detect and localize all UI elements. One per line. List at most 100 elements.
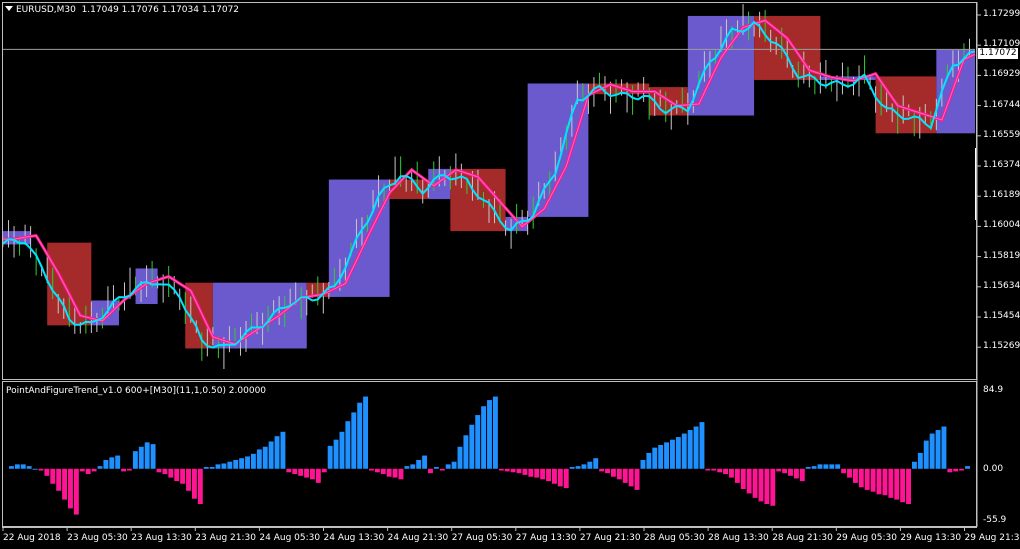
histogram-bar <box>475 415 481 469</box>
histogram-bar <box>103 459 109 469</box>
histogram-bar <box>888 468 894 498</box>
histogram-bar <box>132 451 138 469</box>
pf-box-up-5 <box>212 282 307 349</box>
histogram-bar <box>351 412 357 469</box>
histogram-bar <box>91 468 97 472</box>
histogram-bar <box>386 468 392 477</box>
time-tick-label: 28 Aug 21:30 <box>772 533 833 543</box>
histogram-bar <box>557 468 563 487</box>
chart-header[interactable]: EURUSD,M30 1.17049 1.17076 1.17034 1.170… <box>5 5 239 15</box>
price-tick-label: 1.17109 <box>983 39 1020 50</box>
histogram-bar <box>138 446 144 469</box>
histogram-bar <box>433 467 439 469</box>
histogram-bar <box>734 468 740 483</box>
price-tick-label: 1.16929 <box>983 69 1020 80</box>
histogram-bar <box>191 468 197 499</box>
histogram-bar <box>917 452 923 469</box>
histogram-bar <box>339 431 345 469</box>
price-tick-label: 1.15634 <box>983 280 1020 291</box>
chart-menu-triangle-icon[interactable] <box>5 6 13 11</box>
histogram-bar <box>610 468 616 477</box>
histogram-bar <box>870 468 876 492</box>
histogram-bar <box>947 468 953 473</box>
histogram-bar <box>652 447 658 469</box>
histogram-bar <box>256 449 262 469</box>
histogram-bar <box>463 435 469 469</box>
time-tick-label: 23 Aug 05:30 <box>67 533 128 543</box>
time-tick-label: 22 Aug 2018 <box>3 533 61 543</box>
histogram-bar <box>894 468 900 500</box>
histogram-bar <box>62 468 68 500</box>
price-pane <box>2 4 977 370</box>
histogram-bar <box>333 439 339 469</box>
indicator-tick-label: 84.9 <box>983 385 1004 395</box>
chart-canvas[interactable] <box>0 0 1020 549</box>
histogram-bar <box>929 433 935 469</box>
histogram-bar <box>876 468 882 495</box>
histogram-bar <box>805 467 811 469</box>
histogram-bar <box>569 467 575 469</box>
time-tick-label: 27 Aug 13:30 <box>515 533 577 543</box>
histogram-bar <box>227 461 233 469</box>
histogram-bar <box>392 468 398 478</box>
histogram-bar <box>215 464 221 469</box>
current-price-tag: 1.17072 <box>978 48 1018 59</box>
histogram-bar <box>959 468 965 471</box>
histogram-bar <box>563 468 569 489</box>
histogram-bar <box>575 466 581 469</box>
histogram-bar <box>422 455 428 469</box>
histogram-bar <box>487 400 492 469</box>
symbol-timeframe: EURUSD,M30 <box>16 5 76 15</box>
histogram-bar <box>357 402 363 469</box>
histogram-bar <box>492 396 498 469</box>
histogram-bar <box>150 444 156 469</box>
histogram-bar <box>835 464 841 469</box>
histogram-bar <box>634 468 640 490</box>
histogram-bar <box>628 468 634 487</box>
histogram-bar <box>693 426 699 469</box>
histogram-bar <box>740 468 746 490</box>
histogram-bar <box>428 468 433 474</box>
time-tick-label: 28 Aug 13:30 <box>708 533 769 543</box>
time-tick-label: 29 Aug 05:30 <box>836 533 897 543</box>
price-tick-label: 1.15454 <box>983 311 1020 321</box>
histogram-bar <box>363 396 369 469</box>
histogram-bar <box>723 468 729 475</box>
histogram-bar <box>144 442 150 469</box>
histogram-bar <box>587 461 593 469</box>
histogram-bar <box>729 468 734 478</box>
histogram-bar <box>965 466 970 469</box>
time-tick-label: 24 Aug 21:30 <box>387 533 449 543</box>
histogram-bar <box>711 468 717 471</box>
time-tick-label: 23 Aug 13:30 <box>131 533 192 543</box>
histogram-bar <box>286 468 292 473</box>
price-tick-label: 1.16004 <box>983 220 1020 231</box>
histogram-bar <box>935 430 941 469</box>
histogram-bar <box>445 464 451 469</box>
price-tick-label: 1.16374 <box>983 160 1020 170</box>
histogram-bar <box>292 468 298 475</box>
histogram-bar <box>847 468 852 478</box>
price-tick-label: 1.16559 <box>983 129 1020 140</box>
histogram-bar <box>262 446 268 469</box>
histogram-bar <box>56 468 62 491</box>
histogram-bar <box>127 468 132 471</box>
histogram-bar <box>622 468 628 483</box>
histogram-bar <box>953 468 959 472</box>
histogram-bar <box>250 453 256 469</box>
histogram-bar <box>268 441 274 469</box>
histogram-bar <box>522 468 528 475</box>
histogram-bar <box>274 436 280 469</box>
pf-box-up-7 <box>328 179 390 297</box>
histogram-bar <box>817 464 823 469</box>
histogram-bar <box>451 461 457 469</box>
histogram-bar <box>168 468 174 478</box>
histogram-bar <box>298 468 304 476</box>
histogram-bar <box>616 468 622 480</box>
time-tick-label: 28 Aug 05:30 <box>644 533 705 543</box>
histogram-bar <box>345 421 351 469</box>
histogram-bar <box>864 468 870 490</box>
histogram-bar <box>374 468 380 473</box>
histogram-bar <box>327 445 333 469</box>
histogram-bar <box>209 467 215 469</box>
